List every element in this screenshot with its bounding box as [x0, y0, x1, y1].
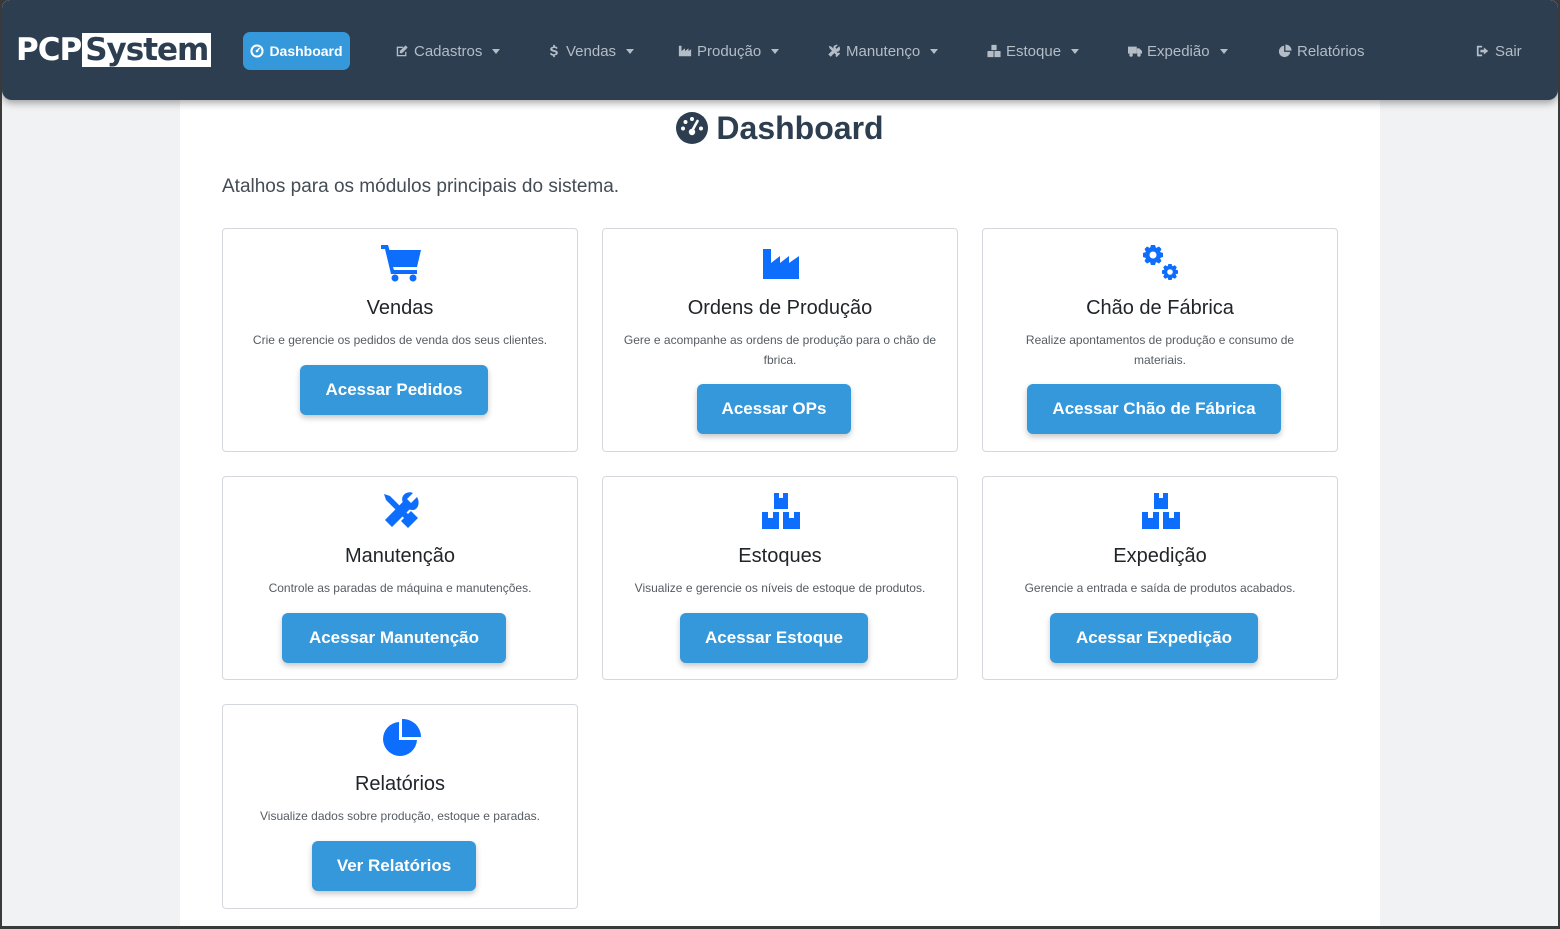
shopping-cart-icon — [381, 243, 421, 283]
card-vendas: Vendas Crie e gerencie os pedidos de ven… — [222, 228, 578, 452]
boxes-icon — [1141, 491, 1181, 531]
card-description: Visualize e gerencie os níveis de estoqu… — [634, 581, 926, 595]
nav-cadastros[interactable]: Cadastros — [395, 32, 501, 70]
nav-relatorios-label: Relatórios — [1297, 42, 1365, 60]
nav-dashboard-label: Dashboard — [269, 43, 343, 59]
boxes-icon — [987, 44, 1001, 58]
card-title: Ordens de Produção — [687, 297, 873, 319]
access-shipping-button[interactable]: Acessar Expedição — [1050, 613, 1258, 663]
card-title: Relatórios — [354, 773, 446, 795]
nav-producao-label: Produção — [697, 42, 762, 60]
card-title: Chão de Fábrica — [1086, 297, 1234, 319]
nav-expedicao[interactable]: Expedião — [1128, 32, 1228, 70]
access-orders-button[interactable]: Acessar Pedidos — [300, 365, 488, 415]
gauge-icon — [676, 112, 709, 144]
nav-estoque-label: Estoque — [1006, 42, 1062, 60]
logout-label: Sair — [1495, 42, 1522, 60]
sign-out-icon — [1476, 45, 1489, 57]
nav-vendas[interactable]: Vendas — [547, 32, 635, 70]
nav-expedicao-label: Expedião — [1147, 42, 1210, 60]
card-expedicao: Expedição Gerencie a entrada e saída de … — [982, 476, 1338, 680]
chevron-down-icon — [1071, 48, 1080, 54]
chevron-down-icon — [626, 48, 635, 54]
dollar-icon — [549, 44, 558, 58]
card-estoques: Estoques Visualize e gerencie os níveis … — [602, 476, 958, 680]
card-title: Vendas — [366, 297, 434, 319]
card-description: Controle as paradas de máquina e manuten… — [268, 581, 532, 595]
app-window: PCP System Dashboard Cadastros Vendas Pr… — [2, 0, 1558, 926]
brand-text-system: System — [82, 33, 212, 67]
card-description: Gere e acompanhe as ordens de produção p… — [623, 333, 937, 367]
brand-text-pcp: PCP — [16, 32, 82, 68]
chart-pie-icon — [1278, 44, 1292, 58]
chevron-down-icon — [492, 48, 501, 54]
card-title: Expedição — [1113, 545, 1207, 567]
card-title: Estoques — [738, 545, 822, 567]
view-reports-button[interactable]: Ver Relatórios — [312, 841, 476, 891]
nav-manutencao[interactable]: Manutenço — [827, 32, 939, 70]
tools-icon — [828, 44, 841, 58]
chevron-down-icon — [1219, 48, 1228, 54]
logout-link[interactable]: Sair — [1476, 32, 1522, 70]
access-maintenance-button[interactable]: Acessar Manutenção — [282, 613, 506, 663]
industry-icon — [678, 45, 692, 57]
card-title: Manutenção — [344, 545, 456, 567]
main-content: Dashboard Atalhos para os módulos princi… — [180, 100, 1380, 926]
card-description: Gerencie a entrada e saída de produtos a… — [1024, 581, 1296, 595]
page-title-text: Dashboard — [716, 109, 884, 146]
page-subtitle: Atalhos para os módulos principais do si… — [222, 176, 620, 197]
nav-dashboard[interactable]: Dashboard — [243, 32, 350, 70]
chevron-down-icon — [771, 48, 780, 54]
card-description: Crie e gerencie os pedidos de venda dos … — [252, 333, 548, 347]
access-factory-floor-button[interactable]: Acessar Chão de Fábrica — [1027, 384, 1281, 434]
nav-estoque[interactable]: Estoque — [987, 32, 1080, 70]
nav-vendas-label: Vendas — [566, 42, 617, 60]
gauge-icon — [250, 44, 264, 58]
tools-icon — [381, 491, 421, 531]
nav-relatorios[interactable]: Relatórios — [1278, 32, 1365, 70]
card-description: Realize apontamentos de produção e consu… — [1025, 333, 1295, 367]
nav-manutencao-label: Manutenço — [846, 42, 921, 60]
page-title: Dashboard — [180, 108, 1380, 148]
access-ops-button[interactable]: Acessar OPs — [697, 384, 851, 434]
chevron-down-icon — [930, 48, 939, 54]
card-manutencao: Manutenção Controle as paradas de máquin… — [222, 476, 578, 680]
access-inventory-button[interactable]: Acessar Estoque — [680, 613, 868, 663]
card-description: Visualize dados sobre produção, estoque … — [260, 809, 540, 823]
card-relatorios: Relatórios Visualize dados sobre produçã… — [222, 704, 578, 909]
truck-icon — [1128, 46, 1142, 57]
boxes-icon — [761, 491, 801, 531]
chart-pie-icon — [381, 719, 421, 759]
brand-logo[interactable]: PCP System — [16, 32, 212, 68]
edit-icon — [396, 45, 408, 57]
nav-cadastros-label: Cadastros — [414, 42, 483, 60]
industry-icon — [761, 243, 801, 283]
top-navbar: PCP System Dashboard Cadastros Vendas Pr… — [2, 0, 1558, 100]
cogs-icon — [1141, 243, 1181, 283]
card-ordens-producao: Ordens de Produção Gere e acompanhe as o… — [602, 228, 958, 452]
nav-producao[interactable]: Produção — [678, 32, 780, 70]
card-chao-fabrica: Chão de Fábrica Realize apontamentos de … — [982, 228, 1338, 452]
